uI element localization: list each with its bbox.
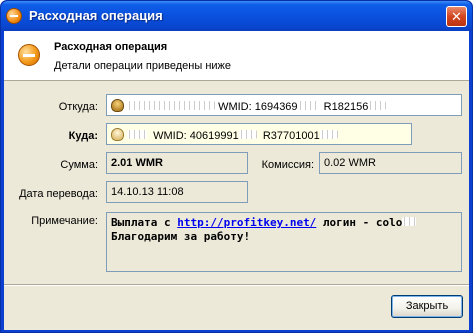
note-prefix: Выплата с — [111, 216, 178, 229]
amount-label: Сумма: — [60, 159, 98, 171]
window-title: Расходная операция — [29, 8, 163, 23]
wallet-icon — [111, 128, 124, 141]
note-middle: логин - colo — [316, 216, 403, 229]
redacted-wmid — [238, 130, 257, 139]
to-label: Куда: — [68, 130, 98, 142]
header-subtitle: Детали операции приведены ниже — [54, 60, 232, 72]
redacted-purse — [368, 101, 387, 110]
minus-circle-icon — [6, 8, 22, 24]
fee-label: Комиссия: — [261, 159, 314, 171]
note-line2: Благодарим за работу! — [111, 230, 251, 243]
window-close-button[interactable]: ✕ — [446, 6, 467, 27]
date-field[interactable]: 14.10.13 11:08 — [106, 181, 248, 203]
dialog-body: Расходная операция Детали операции приве… — [4, 31, 469, 330]
note-link[interactable]: http://profitkey.net/ — [177, 216, 316, 229]
close-button[interactable]: Закрыть — [391, 295, 463, 318]
footer-divider — [4, 284, 469, 286]
from-purse: R182156 — [323, 101, 369, 113]
from-field[interactable]: WMID: 1694369 R182156 — [106, 94, 462, 116]
date-label: Дата перевода: — [19, 188, 98, 200]
redacted-name — [127, 101, 215, 110]
header-title: Расходная операция — [54, 41, 168, 53]
fee-field[interactable]: 0.02 WMR — [319, 152, 462, 174]
dialog-window: Расходная операция ✕ Расходная операция … — [0, 0, 473, 333]
to-wmid: WMID: 40619991 — [153, 130, 239, 142]
from-wmid: WMID: 1694369 — [218, 101, 298, 113]
redacted-name — [127, 130, 147, 139]
from-label: Откуда: — [58, 101, 98, 113]
note-field[interactable]: Выплата с http://profitkey.net/ логин - … — [106, 212, 462, 272]
dialog-header: Расходная операция Детали операции приве… — [4, 31, 469, 81]
amount-field[interactable]: 2.01 WMR — [106, 152, 248, 174]
operation-minus-icon — [18, 44, 40, 66]
note-label: Примечание: — [31, 215, 98, 227]
redacted-purse — [319, 130, 338, 139]
to-purse: R37701001 — [262, 130, 320, 142]
redacted-wmid — [297, 101, 318, 110]
wallet-icon — [111, 99, 124, 112]
to-field[interactable]: WMID: 40619991 R37701001 — [106, 123, 412, 145]
redacted-login — [402, 217, 417, 226]
title-bar[interactable]: Расходная операция ✕ — [1, 1, 472, 31]
